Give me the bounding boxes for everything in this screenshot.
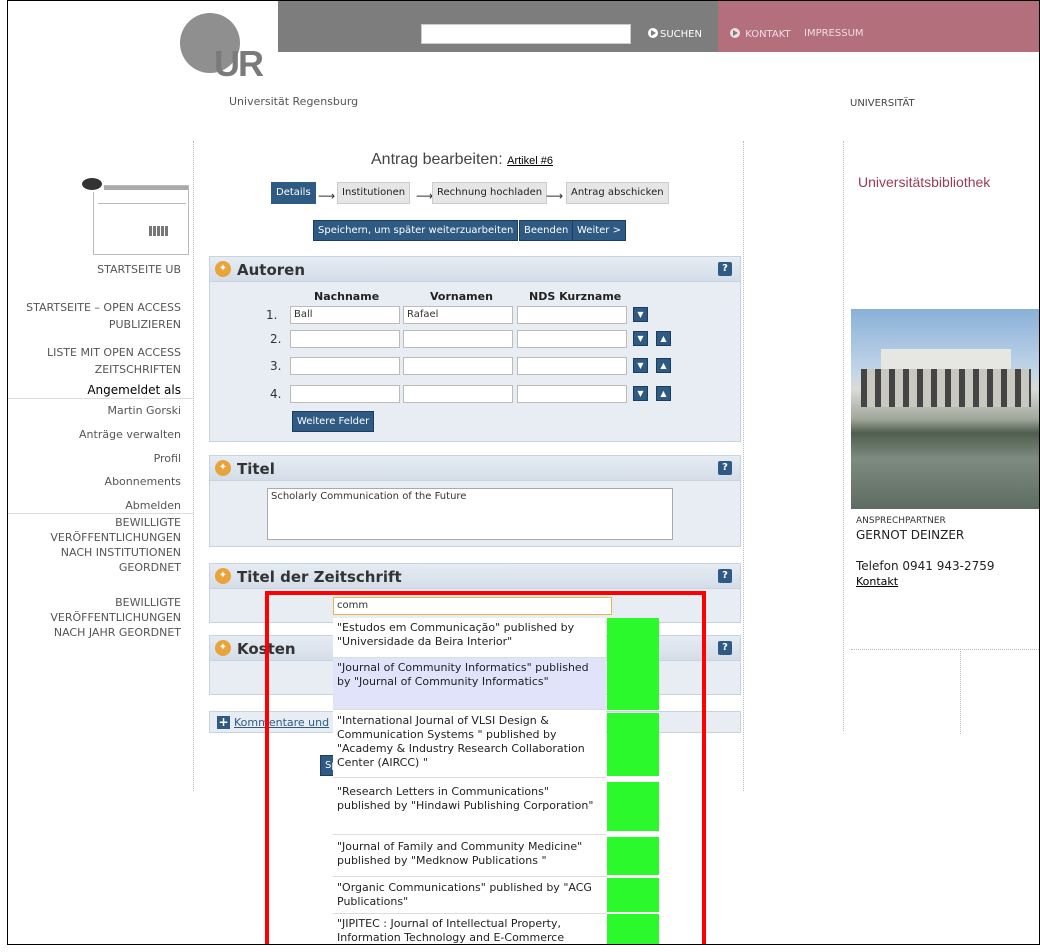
help-icon[interactable]: ? <box>718 641 732 655</box>
approved-by-year-link[interactable]: BEWILLIGTE VERÖFFENTLICHUNGEN NACH JAHR GE… <box>50 595 181 640</box>
search-input[interactable] <box>421 24 631 44</box>
nachname-input[interactable] <box>290 330 400 348</box>
step-institutionen[interactable]: Institutionen <box>337 182 411 204</box>
title-panel-header: ✦ Titel ? <box>210 456 740 481</box>
col-nachname: Nachname <box>314 290 380 303</box>
nds-input[interactable] <box>517 330 627 348</box>
journal-panel-header: ✦ Titel der Zeitschrift ? <box>210 564 740 589</box>
star-icon: ✦ <box>215 261 231 277</box>
row-number: 1. <box>266 308 278 322</box>
journal-title: Titel der Zeitschrift <box>237 568 402 586</box>
help-icon[interactable]: ? <box>718 461 732 475</box>
authors-panel: ✦ Autoren ? <box>209 256 741 442</box>
col-vornamen: Vornamen <box>430 290 493 303</box>
page-frame: SUCHEN KONTAKT IMPRESSUM UR Universität … <box>7 0 1040 945</box>
impressum-link[interactable]: IMPRESSUM <box>804 28 864 39</box>
sidebar-item-profil[interactable]: Profil <box>154 450 181 467</box>
row-number: 2. <box>270 332 282 346</box>
arrow-right-icon: ⟶ <box>416 189 434 203</box>
help-icon[interactable]: ? <box>718 262 732 276</box>
page-title: Antrag bearbeiten: Artikel #6 <box>371 151 553 168</box>
arrow-bullet-icon <box>648 28 658 38</box>
move-down-icon[interactable]: ▼ <box>633 358 648 373</box>
vorname-input[interactable]: Rafael <box>403 306 513 324</box>
title-textarea[interactable]: Scholarly Communication of the Future <box>267 488 673 540</box>
contact-link[interactable]: Kontakt <box>856 575 898 588</box>
authors-panel-header: ✦ Autoren ? <box>210 257 740 282</box>
universitaet-link[interactable]: UNIVERSITÄT <box>850 98 915 109</box>
star-icon: ✦ <box>215 568 231 584</box>
plus-icon[interactable]: + <box>217 716 230 729</box>
top-bar-contact <box>718 1 1039 52</box>
end-button[interactable]: Beenden <box>519 220 574 241</box>
logged-in-label: Angemeldet als <box>87 383 181 397</box>
liste-open-access-link[interactable]: LISTE MIT OPEN ACCESS ZEITSCHRIFTEN <box>47 344 181 378</box>
university-logo[interactable]: UR <box>214 43 264 85</box>
move-up-icon[interactable]: ▲ <box>656 358 671 373</box>
contact-label: ANSPRECHPARTNER <box>856 516 946 526</box>
arrow-right-icon: ⟶ <box>318 189 336 203</box>
step-details[interactable]: Details <box>271 182 316 204</box>
startseite-ub-link[interactable]: STARTSEITE UB <box>97 261 181 278</box>
search-button[interactable]: SUCHEN <box>648 28 702 40</box>
star-icon: ✦ <box>215 460 231 476</box>
move-down-icon[interactable]: ▼ <box>633 331 648 346</box>
nds-input[interactable] <box>517 306 627 324</box>
more-fields-button[interactable]: Weitere Felder <box>292 411 375 432</box>
arrow-right-icon: ⟶ <box>546 189 564 203</box>
move-down-icon[interactable]: ▼ <box>633 307 648 322</box>
step-rechnung[interactable]: Rechnung hochladen <box>432 182 548 204</box>
star-icon: ✦ <box>215 640 231 656</box>
step-abschicken[interactable]: Antrag abschicken <box>566 182 669 204</box>
library-title[interactable]: Universitätsbibliothek <box>858 174 990 190</box>
divider <box>843 141 844 731</box>
divider <box>960 649 961 734</box>
row-number: 3. <box>270 359 282 373</box>
approved-by-institution-link[interactable]: BEWILLIGTE VERÖFFENTLICHUNGEN NACH INSTITU… <box>50 515 181 575</box>
nds-input[interactable] <box>517 385 627 403</box>
row-number: 4. <box>270 387 282 401</box>
vorname-input[interactable] <box>403 357 513 375</box>
contact-phone: Telefon 0941 943-2759 <box>856 559 995 573</box>
nds-input[interactable] <box>517 357 627 375</box>
sidebar-item-antraege[interactable]: Anträge verwalten <box>79 426 181 443</box>
vorname-input[interactable] <box>403 330 513 348</box>
authors-title: Autoren <box>237 261 306 279</box>
nachname-input[interactable] <box>290 385 400 403</box>
move-down-icon[interactable]: ▼ <box>633 386 648 401</box>
titel-title: Titel <box>237 460 275 478</box>
highlight-box <box>265 591 706 944</box>
building-photo <box>851 309 1039 509</box>
arrow-bullet-icon <box>730 28 740 38</box>
move-up-icon[interactable]: ▲ <box>656 386 671 401</box>
nachname-input[interactable]: Ball <box>290 306 400 324</box>
article-link[interactable]: Artikel #6 <box>507 155 553 167</box>
nachname-input[interactable] <box>290 357 400 375</box>
col-nds-kurzname: NDS Kurzname <box>529 290 622 303</box>
divider <box>743 141 744 791</box>
divider <box>193 141 194 791</box>
help-icon[interactable]: ? <box>718 569 732 583</box>
kontakt-link[interactable]: KONTAKT <box>730 28 791 40</box>
next-button[interactable]: Weiter > <box>572 220 626 241</box>
user-name: Martin Gorski <box>107 404 181 417</box>
contact-name: GERNOT DEINZER <box>856 528 965 542</box>
move-up-icon[interactable]: ▲ <box>656 331 671 346</box>
startseite-open-access-link[interactable]: STARTSEITE – OPEN ACCESS PUBLIZIEREN <box>26 299 181 333</box>
sidebar-item-abonnements[interactable]: Abonnements <box>105 473 181 490</box>
university-name: Universität Regensburg <box>229 95 359 108</box>
library-icon[interactable] <box>80 176 189 255</box>
save-later-button[interactable]: Speichern, um später weiterzuarbeiten <box>313 220 519 241</box>
sidebar-item-abmelden[interactable]: Abmelden <box>125 497 181 514</box>
vorname-input[interactable] <box>403 385 513 403</box>
